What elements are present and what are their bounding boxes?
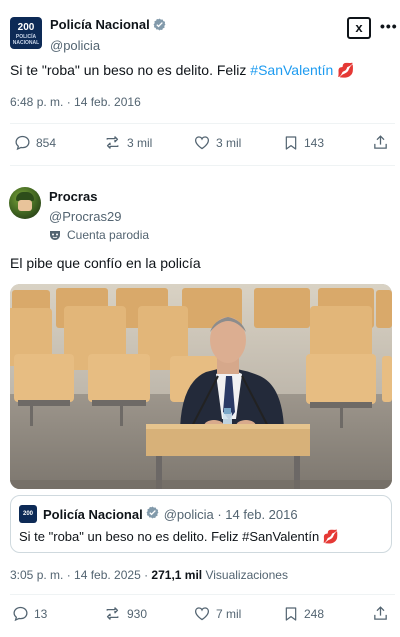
bookmark-button[interactable]: 248	[283, 605, 324, 623]
share-icon	[374, 606, 387, 620]
quoted-tweet[interactable]: 200 Policía Nacional @policia · 14 feb. …	[10, 495, 392, 553]
parody-mask-icon	[50, 230, 60, 240]
quoted-author-name[interactable]: Policía Nacional	[43, 507, 143, 522]
share-button[interactable]	[372, 134, 394, 151]
divider	[10, 594, 395, 595]
tweet-text: Si te "roba" un beso no es delito. Feliz…	[10, 62, 355, 79]
bookmark-icon	[285, 607, 297, 621]
tweet-actions: 854 3 mil 3 mil 143	[0, 134, 400, 158]
tweet-photo[interactable]	[10, 284, 392, 489]
quoted-avatar[interactable]: 200	[19, 505, 37, 523]
grok-label: x	[355, 20, 363, 35]
more-icon[interactable]: •••	[380, 18, 398, 34]
parody-text: Cuenta parodia	[67, 228, 150, 242]
like-count: 3 mil	[216, 135, 242, 150]
repost-icon	[106, 136, 119, 149]
avatar-policia[interactable]: 200 POLICÍA NACIONAL	[10, 17, 42, 49]
like-button[interactable]: 3 mil	[193, 134, 241, 151]
avatar-procras[interactable]	[9, 187, 41, 219]
like-icon	[194, 136, 210, 150]
bookmark-button[interactable]: 143	[283, 134, 324, 152]
reply-button[interactable]: 854	[14, 134, 56, 151]
tweet-timestamp: 3:05 p. m. · 14 feb. 2025 · 271,1 mil Vi…	[10, 568, 288, 582]
reply-button[interactable]: 13	[12, 605, 47, 622]
tweet-text-body: Si te "roba" un beso no es delito. Feliz	[10, 62, 251, 78]
share-icon	[374, 135, 387, 149]
like-icon	[194, 607, 210, 621]
like-count: 7 mil	[216, 606, 242, 621]
quoted-tweet-header: 200 Policía Nacional @policia · 14 feb. …	[19, 505, 298, 523]
bookmark-count: 248	[304, 607, 325, 621]
author-handle[interactable]: @policia	[50, 38, 166, 53]
reply-count: 13	[34, 606, 48, 621]
divider	[10, 165, 395, 166]
reply-icon	[15, 135, 30, 151]
repost-button[interactable]: 3 mil	[103, 134, 152, 151]
quoted-handle-date[interactable]: @policia · 14 feb. 2016	[164, 507, 298, 522]
author-handle[interactable]: @Procras29	[49, 209, 149, 224]
share-button[interactable]	[372, 605, 394, 622]
tweet-policia[interactable]: 200 POLICÍA NACIONAL Policía Nacional @p…	[0, 0, 400, 175]
reply-icon	[13, 606, 28, 622]
repost-icon	[106, 607, 119, 620]
tweet-timestamp[interactable]: 6:48 p. m. · 14 feb. 2016	[10, 95, 141, 109]
tweet-procras[interactable]: Procras @Procras29 Cuenta parodia El pib…	[0, 175, 400, 637]
verified-badge-icon	[146, 506, 159, 522]
repost-button[interactable]: 930	[103, 605, 147, 622]
views-label: Visualizaciones	[202, 568, 288, 582]
avatar-policia-subtext: POLICÍA NACIONAL	[12, 34, 40, 46]
tweet-actions: 13 930 7 mil 248	[0, 605, 400, 629]
author-name[interactable]: Procras	[49, 189, 97, 204]
reply-count: 854	[36, 135, 57, 150]
tweet-header: Procras @Procras29 Cuenta parodia	[49, 188, 149, 242]
like-button[interactable]: 7 mil	[193, 605, 241, 622]
grok-icon[interactable]: x	[347, 17, 371, 39]
author-name[interactable]: Policía Nacional	[50, 17, 150, 32]
divider	[10, 123, 395, 124]
avatar-face-shape	[18, 200, 32, 211]
avatar-policia-number: 200	[17, 22, 35, 33]
quoted-tweet-text: Si te "roba" un beso no es delito. Feliz…	[19, 529, 340, 544]
repost-count: 3 mil	[127, 135, 153, 150]
bookmark-count: 143	[304, 136, 325, 150]
bookmark-icon	[285, 136, 297, 150]
kiss-emoji: 💋	[337, 62, 355, 78]
timestamp-text[interactable]: 3:05 p. m. · 14 feb. 2025 ·	[10, 568, 151, 582]
verified-badge-icon	[153, 18, 166, 36]
hashtag-link[interactable]: #SanValentín	[250, 62, 333, 78]
views-count[interactable]: 271,1 mil	[151, 568, 202, 582]
parody-label: Cuenta parodia	[49, 228, 149, 242]
courtroom-image	[10, 284, 392, 489]
tweet-text: El pibe que confío en la policía	[10, 255, 201, 271]
tweet-header: Policía Nacional @policia	[50, 16, 166, 53]
repost-count: 930	[127, 606, 148, 621]
